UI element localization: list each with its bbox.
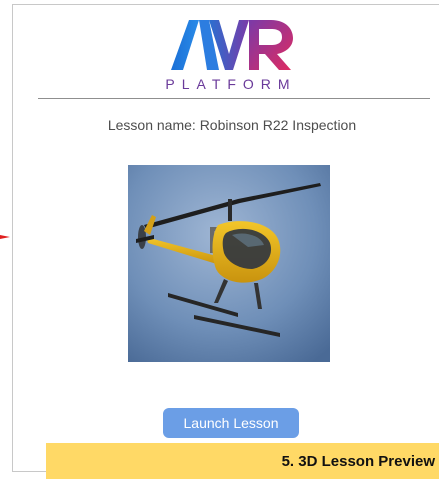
lesson-name-label: Lesson name: Robinson R22 Inspection — [107, 117, 357, 133]
helicopter-image — [128, 165, 330, 362]
launch-lesson-button[interactable]: Launch Lesson — [163, 408, 299, 438]
annotation-arrow-icon — [0, 235, 10, 239]
caption-text: 5. 3D Lesson Preview — [281, 453, 435, 470]
header-divider — [38, 98, 430, 99]
caption-bar: 5. 3D Lesson Preview — [46, 443, 439, 479]
logo-subtitle: PLATFORM — [165, 76, 297, 92]
